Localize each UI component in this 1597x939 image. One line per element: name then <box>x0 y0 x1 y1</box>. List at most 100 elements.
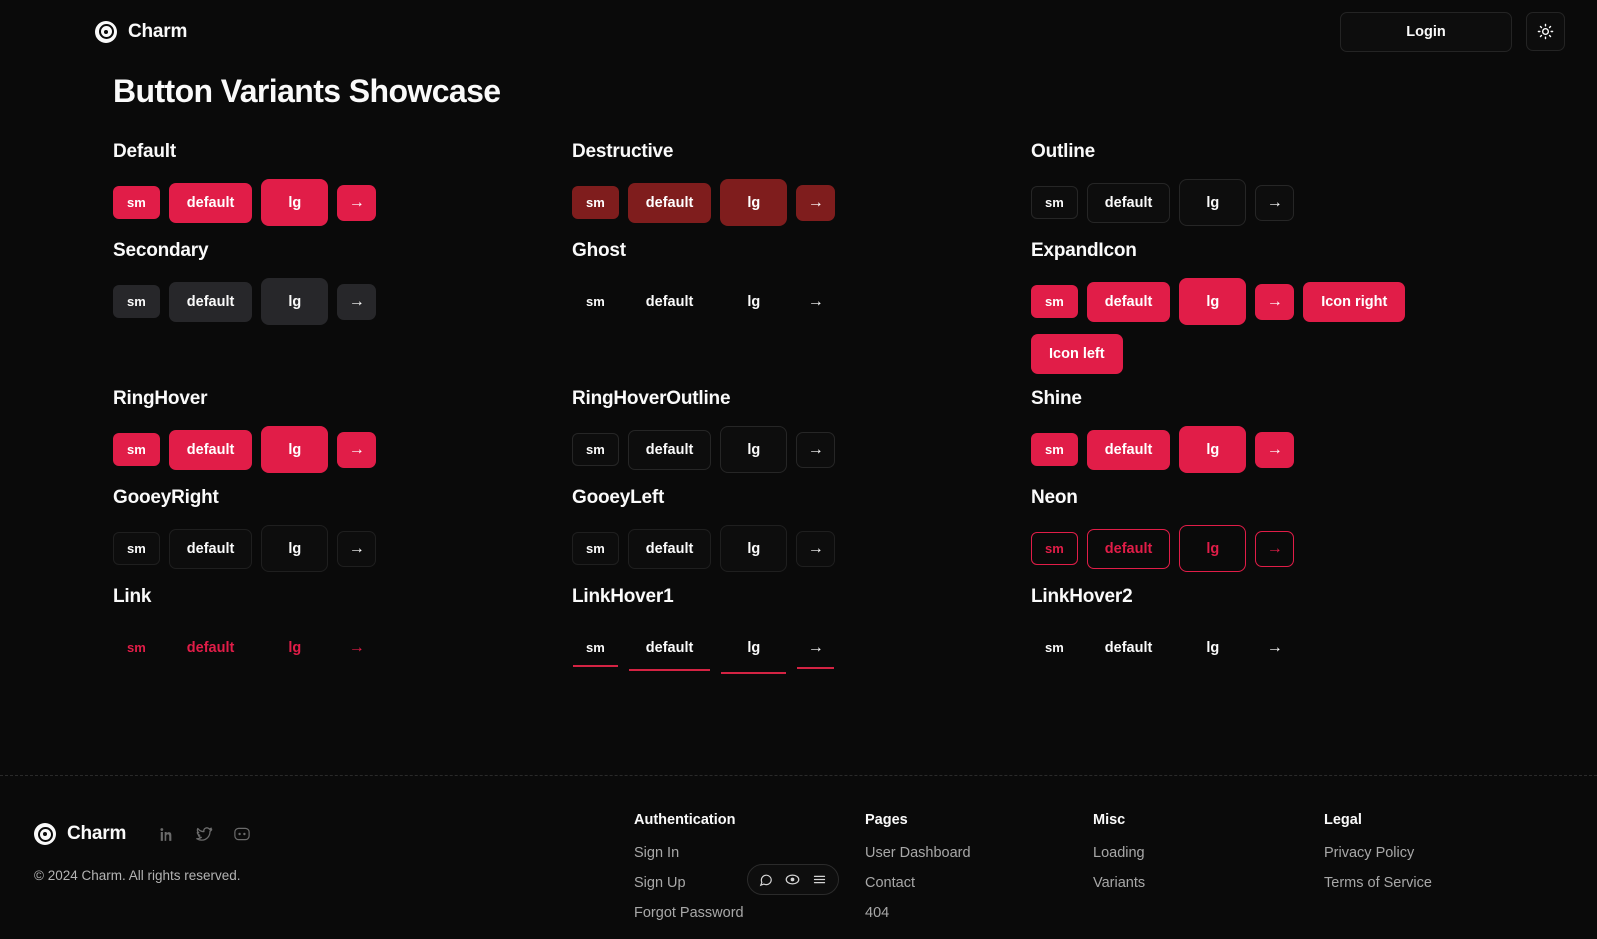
button-ringoutline-arrow[interactable]: → <box>796 431 836 468</box>
button-ringhover-arrow[interactable]: → <box>337 431 377 468</box>
discord-icon[interactable] <box>233 825 251 843</box>
variant-group-destructive: Destructive sm default lg → <box>572 141 1031 226</box>
variant-group-title: Destructive <box>572 141 674 162</box>
theme-toggle-button[interactable] <box>1526 12 1565 51</box>
button-shine-arrow[interactable]: → <box>1255 431 1295 468</box>
button-shine-sm[interactable]: sm <box>1031 433 1078 466</box>
button-link-default[interactable]: default <box>169 628 253 668</box>
button-secondary-default[interactable]: default <box>168 281 253 322</box>
button-linkhover2-arrow[interactable]: → <box>1255 630 1294 666</box>
variant-group-expand: ExpandIcon sm default lg → Icon right Icon lef… <box>1031 240 1490 374</box>
button-neon-lg[interactable]: lg <box>1179 525 1247 572</box>
button-linkhover1-sm[interactable]: sm <box>572 631 619 667</box>
button-destructive-lg[interactable]: lg <box>720 179 788 226</box>
button-linkhover2-lg[interactable]: lg <box>1179 624 1246 671</box>
variant-group-title: Default <box>113 141 176 162</box>
button-default-lg[interactable]: lg <box>261 179 329 226</box>
eye-icon[interactable] <box>785 872 800 887</box>
button-ringhover-lg[interactable]: lg <box>261 426 329 473</box>
button-destructive-arrow[interactable]: → <box>796 184 836 221</box>
footer-brand[interactable]: Charm <box>34 823 634 845</box>
button-ringoutline-lg[interactable]: lg <box>720 426 788 473</box>
brand-logo[interactable]: Charm <box>95 20 187 43</box>
footer-link-privacy-policy[interactable]: Privacy Policy <box>1324 845 1524 861</box>
footer-link-404[interactable]: 404 <box>865 905 1093 921</box>
button-expand-icon-right[interactable]: Icon right <box>1303 281 1406 322</box>
button-expand-arrow[interactable]: → <box>1255 283 1295 320</box>
button-linkhover2-default[interactable]: default <box>1087 628 1171 668</box>
button-ringhover-default[interactable]: default <box>168 429 253 470</box>
variant-group-title: Ghost <box>572 240 626 261</box>
button-link-arrow[interactable]: → <box>337 630 376 666</box>
button-ringoutline-sm[interactable]: sm <box>572 433 619 466</box>
copyright-text: © 2024 Charm. All rights reserved. <box>34 868 241 883</box>
button-expand-default[interactable]: default <box>1086 281 1171 322</box>
button-gooey-lg[interactable]: lg <box>720 525 788 572</box>
twitter-icon[interactable] <box>196 826 213 843</box>
menu-icon[interactable] <box>812 872 827 887</box>
login-button[interactable]: Login <box>1340 11 1512 52</box>
footer-link-loading[interactable]: Loading <box>1093 845 1324 861</box>
button-secondary-arrow[interactable]: → <box>337 283 377 320</box>
button-neon-sm[interactable]: sm <box>1031 532 1078 565</box>
floating-widget[interactable] <box>747 864 839 895</box>
button-ghost-default[interactable]: default <box>628 282 712 322</box>
button-linkhover1-default[interactable]: default <box>628 628 712 671</box>
footer-link-sign-in[interactable]: Sign In <box>634 845 865 861</box>
variant-group-title: Shine <box>1031 388 1082 409</box>
button-default-arrow[interactable]: → <box>337 184 377 221</box>
variant-button-row: sm default lg → <box>572 525 1031 572</box>
variant-group-secondary: Secondary sm default lg → <box>113 240 572 374</box>
footer-column-title: Authentication <box>634 812 736 828</box>
footer-link-forgot-password[interactable]: Forgot Password <box>634 905 865 921</box>
button-secondary-sm[interactable]: sm <box>113 285 160 318</box>
footer-link-variants[interactable]: Variants <box>1093 875 1324 891</box>
button-gooey-default[interactable]: default <box>627 528 712 569</box>
button-ghost-lg[interactable]: lg <box>720 278 787 325</box>
footer-link-contact[interactable]: Contact <box>865 875 1093 891</box>
variant-group-title: Link <box>113 586 152 607</box>
button-neon-default[interactable]: default <box>1086 528 1171 569</box>
button-linkhover1-lg[interactable]: lg <box>720 624 787 674</box>
button-expand-sm[interactable]: sm <box>1031 285 1078 318</box>
button-link-lg[interactable]: lg <box>261 624 328 671</box>
button-shine-default[interactable]: default <box>1086 429 1171 470</box>
variant-group-neon: Neon sm default lg → <box>1031 487 1490 572</box>
button-expand-icon-left[interactable]: Icon left <box>1031 334 1123 374</box>
button-outline-arrow[interactable]: → <box>1255 184 1295 221</box>
variant-button-row: sm default lg → Icon right Icon left <box>1031 278 1490 374</box>
button-ringhover-sm[interactable]: sm <box>113 433 160 466</box>
variant-group-link: Link sm default lg → <box>113 586 572 671</box>
button-gooey-sm[interactable]: sm <box>572 532 619 565</box>
button-shine-lg[interactable]: lg <box>1179 426 1247 473</box>
chat-bubble-icon[interactable] <box>759 873 773 887</box>
footer-link-terms-of-service[interactable]: Terms of Service <box>1324 875 1524 891</box>
button-neon-arrow[interactable]: → <box>1255 530 1295 567</box>
button-default-default[interactable]: default <box>168 182 253 223</box>
button-ghost-arrow[interactable]: → <box>796 284 835 320</box>
button-outline-default[interactable]: default <box>1086 182 1171 223</box>
button-link-sm[interactable]: sm <box>113 631 160 664</box>
button-outline-sm[interactable]: sm <box>1031 186 1078 219</box>
button-ringoutline-default[interactable]: default <box>627 429 712 470</box>
header-actions: Login <box>1340 11 1565 52</box>
button-destructive-sm[interactable]: sm <box>572 186 619 219</box>
button-gooey-lg[interactable]: lg <box>261 525 329 572</box>
linkedin-icon[interactable] <box>159 826 176 843</box>
button-default-sm[interactable]: sm <box>113 186 160 219</box>
button-ghost-sm[interactable]: sm <box>572 285 619 318</box>
footer-link-user-dashboard[interactable]: User Dashboard <box>865 845 1093 861</box>
button-linkhover1-arrow[interactable]: → <box>796 630 835 669</box>
button-outline-lg[interactable]: lg <box>1179 179 1247 226</box>
button-secondary-lg[interactable]: lg <box>261 278 329 325</box>
footer-column-title: Legal <box>1324 812 1362 828</box>
button-destructive-default[interactable]: default <box>627 182 712 223</box>
button-linkhover2-sm[interactable]: sm <box>1031 631 1078 664</box>
button-gooey-arrow[interactable]: → <box>796 530 836 567</box>
variant-group-default: Default sm default lg → <box>113 141 572 226</box>
button-expand-lg[interactable]: lg <box>1179 278 1247 325</box>
button-gooey-sm[interactable]: sm <box>113 532 160 565</box>
button-gooey-arrow[interactable]: → <box>337 530 377 567</box>
button-gooey-default[interactable]: default <box>168 528 253 569</box>
variant-group-gooey: GooeyLeft sm default lg → <box>572 487 1031 572</box>
